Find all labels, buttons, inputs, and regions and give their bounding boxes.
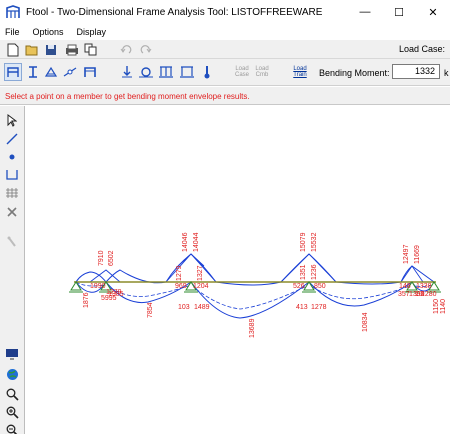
menu-bar: File Options Display bbox=[0, 24, 450, 40]
envelope-dashed bbox=[75, 281, 435, 310]
cursor-select-icon[interactable] bbox=[4, 112, 20, 128]
title-bar: Ftool - Two-Dimensional Frame Analysis T… bbox=[0, 0, 450, 24]
temperature-icon[interactable] bbox=[198, 63, 216, 81]
label-mid: 1351 bbox=[300, 264, 307, 280]
status-bar: Select a point on a member to get bendin… bbox=[0, 87, 450, 105]
bending-moment-label: Bending Moment: bbox=[319, 68, 390, 78]
open-folder-icon[interactable] bbox=[24, 42, 39, 57]
label-top: 12497 bbox=[403, 244, 410, 264]
label-bottom: 13689 bbox=[249, 318, 256, 338]
save-icon[interactable] bbox=[43, 42, 58, 57]
redo-icon[interactable] bbox=[138, 42, 153, 57]
load-cmb-button[interactable]: Load Cmb bbox=[253, 66, 271, 78]
minimize-button[interactable]: — bbox=[348, 0, 382, 24]
label-mid: 1279 bbox=[176, 265, 183, 281]
label-mid: 969 bbox=[175, 283, 187, 290]
zoom-in-icon[interactable] bbox=[4, 404, 20, 420]
section-icon[interactable] bbox=[24, 63, 42, 81]
bending-moment-unit: k bbox=[444, 68, 449, 78]
maximize-button[interactable]: ☐ bbox=[382, 0, 416, 24]
label-top: 14044 bbox=[193, 232, 200, 252]
grid-icon[interactable] bbox=[4, 185, 20, 201]
new-file-icon[interactable] bbox=[5, 42, 20, 57]
load-case-button[interactable]: Load Case bbox=[233, 66, 251, 78]
bending-moment-field[interactable]: 1332 bbox=[392, 64, 440, 79]
label-mid: 1204 bbox=[193, 283, 209, 290]
label-mid: 1236 bbox=[311, 264, 318, 280]
close-button[interactable]: ✕ bbox=[416, 0, 450, 24]
status-message: Select a point on a member to get bendin… bbox=[5, 92, 250, 101]
frame-select-icon[interactable] bbox=[4, 63, 22, 81]
bending-moment-diagram: 7910 6502 14046 14044 15079 15532 12497 … bbox=[69, 232, 447, 338]
distributed-load-icon[interactable] bbox=[157, 63, 175, 81]
menu-display[interactable]: Display bbox=[77, 27, 107, 37]
envelope-upper bbox=[75, 253, 435, 286]
label-top: 14046 bbox=[182, 232, 189, 252]
label-top: 11669 bbox=[414, 245, 421, 264]
menu-options[interactable]: Options bbox=[33, 27, 64, 37]
label-top: 15079 bbox=[300, 232, 307, 252]
label-mid: 1385 bbox=[108, 291, 124, 298]
display-screen-icon[interactable] bbox=[4, 346, 20, 362]
peak-lines-2 bbox=[280, 253, 337, 283]
snap-icon[interactable] bbox=[4, 234, 20, 250]
load-train-button[interactable]: Load Train bbox=[290, 66, 310, 78]
label-bottom: 10834 bbox=[362, 312, 369, 332]
hinge-icon[interactable] bbox=[61, 63, 79, 81]
label-mid: 1990 bbox=[90, 283, 106, 290]
label-bottom: 10 bbox=[415, 291, 423, 298]
frame-member-icon[interactable] bbox=[81, 63, 99, 81]
label-top: 6502 bbox=[108, 250, 115, 266]
linear-load-icon[interactable] bbox=[178, 63, 196, 81]
globe-icon[interactable] bbox=[4, 366, 20, 382]
label-bottom: 103 bbox=[178, 304, 190, 311]
label-top: 15532 bbox=[311, 232, 318, 252]
draw-member-icon[interactable] bbox=[4, 131, 20, 147]
label-bottom: 1489 bbox=[194, 304, 210, 311]
label-bottom: 7854 bbox=[147, 302, 154, 318]
label-bottom: 413 bbox=[296, 304, 308, 311]
print-icon[interactable] bbox=[64, 42, 79, 57]
zoom-icon[interactable] bbox=[4, 386, 20, 402]
load-case-label: Load Case: bbox=[398, 44, 445, 54]
menu-file[interactable]: File bbox=[5, 27, 20, 37]
left-tool-palette bbox=[0, 106, 25, 434]
label-mid: 1280 bbox=[421, 291, 437, 298]
label-mid: 1150 bbox=[433, 299, 440, 314]
label-bottom: 1278 bbox=[311, 304, 327, 311]
label-mid: 1876 bbox=[83, 292, 90, 308]
dimension-icon[interactable] bbox=[4, 167, 20, 183]
material-icon[interactable] bbox=[42, 63, 60, 81]
window-title: Ftool - Two-Dimensional Frame Analysis T… bbox=[26, 6, 323, 18]
label-mid: 526 bbox=[293, 283, 305, 290]
label-mid: 850 bbox=[314, 283, 326, 290]
label-mid: 1338 bbox=[416, 283, 432, 290]
zoom-out-icon[interactable] bbox=[4, 422, 20, 434]
peak-lines-3 bbox=[400, 265, 424, 283]
label-bottom: 357 bbox=[398, 291, 410, 298]
drawing-canvas[interactable]: 7910 6502 14046 14044 15079 15532 12497 … bbox=[26, 106, 450, 434]
draw-node-icon[interactable] bbox=[4, 149, 20, 165]
label-top: 7910 bbox=[98, 250, 105, 266]
peak-lines-1 bbox=[165, 253, 217, 283]
undo-icon[interactable] bbox=[118, 42, 133, 57]
label-mid: 148 bbox=[399, 283, 411, 290]
label-mid: 1327 bbox=[197, 265, 204, 281]
copy-icon[interactable] bbox=[83, 42, 98, 57]
app-icon bbox=[6, 5, 20, 19]
analysis-toolbar: Load Case Load Cmb Load Train Bending Momen… bbox=[0, 59, 450, 86]
moment-load-icon[interactable] bbox=[137, 63, 155, 81]
nodal-load-icon[interactable] bbox=[118, 63, 136, 81]
envelope-lower bbox=[75, 281, 435, 319]
main-toolbar: Load Case: bbox=[0, 40, 450, 59]
delete-icon[interactable] bbox=[4, 204, 20, 220]
label-mid: 1140 bbox=[440, 299, 447, 314]
